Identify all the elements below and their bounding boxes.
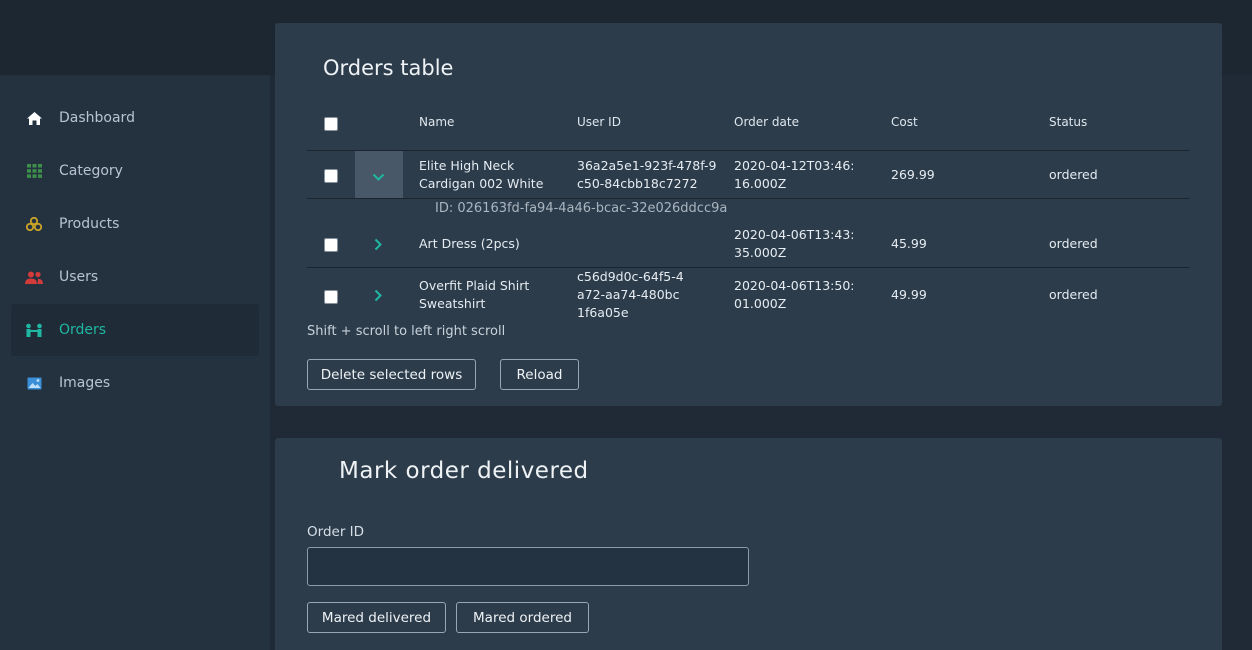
grid-icon bbox=[25, 163, 43, 179]
cell-cost: 45.99 bbox=[891, 236, 927, 251]
sidebar-item-orders[interactable]: Orders bbox=[11, 304, 259, 356]
sidebar-item-users[interactable]: Users bbox=[11, 251, 259, 303]
chevron-down-icon bbox=[372, 167, 385, 186]
reload-button[interactable]: Reload bbox=[500, 359, 579, 390]
row-divider bbox=[307, 150, 1190, 151]
cell-order-date: 2020-04-06T13:43:35.000Z bbox=[734, 227, 855, 260]
cell-cost: 49.99 bbox=[891, 287, 927, 302]
mark-order-delivered-card: Mark order delivered Order ID Mared deli… bbox=[275, 438, 1222, 650]
cell-name: Overfit Plaid Shirt Sweatshirt bbox=[419, 278, 530, 311]
chevron-right-icon[interactable] bbox=[374, 236, 383, 255]
mark-ordered-button[interactable]: Mared ordered bbox=[456, 602, 589, 633]
orders-icon bbox=[25, 322, 43, 338]
sidebar-item-images[interactable]: Images bbox=[11, 357, 259, 409]
cell-user-id: c56d9d0c-64f5-4a72-aa74-480bc1f6a05e bbox=[577, 269, 684, 320]
row-divider bbox=[307, 198, 1190, 199]
order-id-label: Order ID bbox=[307, 524, 365, 540]
row-checkbox[interactable] bbox=[324, 290, 338, 304]
cell-cost: 269.99 bbox=[891, 167, 935, 182]
image-icon bbox=[25, 375, 43, 391]
column-header-name[interactable]: Name bbox=[419, 115, 454, 129]
cell-status: ordered bbox=[1049, 167, 1098, 182]
cell-name: Art Dress (2pcs) bbox=[419, 236, 520, 251]
column-header-order-date[interactable]: Order date bbox=[734, 115, 799, 129]
orders-table-card: Orders table Name User ID Order date Cos… bbox=[275, 23, 1222, 406]
order-id-input[interactable] bbox=[307, 547, 749, 586]
collapse-row-button[interactable] bbox=[355, 151, 403, 198]
sidebar-item-label: Orders bbox=[59, 322, 107, 338]
scroll-hint: Shift + scroll to left right scroll bbox=[307, 324, 506, 339]
cell-order-date: 2020-04-12T03:46:16.000Z bbox=[734, 158, 855, 191]
column-header-cost[interactable]: Cost bbox=[891, 115, 918, 129]
sidebar-item-label: Images bbox=[59, 375, 111, 391]
row-checkbox[interactable] bbox=[324, 169, 338, 183]
chevron-right-icon[interactable] bbox=[374, 287, 383, 306]
row-divider bbox=[307, 267, 1190, 268]
cell-status: ordered bbox=[1049, 236, 1098, 251]
mark-delivered-button[interactable]: Mared delivered bbox=[307, 602, 446, 633]
select-all-checkbox[interactable] bbox=[324, 117, 338, 131]
boxes-icon bbox=[25, 216, 43, 232]
cell-status: ordered bbox=[1049, 287, 1098, 302]
sidebar-item-label: Products bbox=[59, 216, 120, 232]
cell-name: Elite High Neck Cardigan 002 White bbox=[419, 158, 544, 191]
row-checkbox[interactable] bbox=[324, 238, 338, 252]
row-detail-id: ID: 026163fd-fa94-4a46-bcac-32e026ddcc9a bbox=[435, 201, 728, 216]
delete-selected-rows-button[interactable]: Delete selected rows bbox=[307, 359, 476, 390]
users-icon bbox=[25, 269, 43, 285]
sidebar: Dashboard Category Products Users Orders… bbox=[0, 75, 270, 650]
column-header-user-id[interactable]: User ID bbox=[577, 115, 621, 129]
orders-table-title: Orders table bbox=[323, 56, 454, 80]
home-icon bbox=[25, 110, 43, 126]
cell-order-date: 2020-04-06T13:50:01.000Z bbox=[734, 278, 855, 311]
mark-order-title: Mark order delivered bbox=[339, 458, 589, 484]
sidebar-item-label: Users bbox=[59, 269, 99, 285]
sidebar-item-dashboard[interactable]: Dashboard bbox=[11, 92, 259, 144]
cell-user-id: 36a2a5e1-923f-478f-9c50-84cbb18c7272 bbox=[577, 158, 717, 191]
column-header-status[interactable]: Status bbox=[1049, 115, 1087, 129]
sidebar-item-products[interactable]: Products bbox=[11, 198, 259, 250]
sidebar-item-label: Dashboard bbox=[59, 110, 135, 126]
sidebar-item-label: Category bbox=[59, 163, 123, 179]
sidebar-item-category[interactable]: Category bbox=[11, 145, 259, 197]
